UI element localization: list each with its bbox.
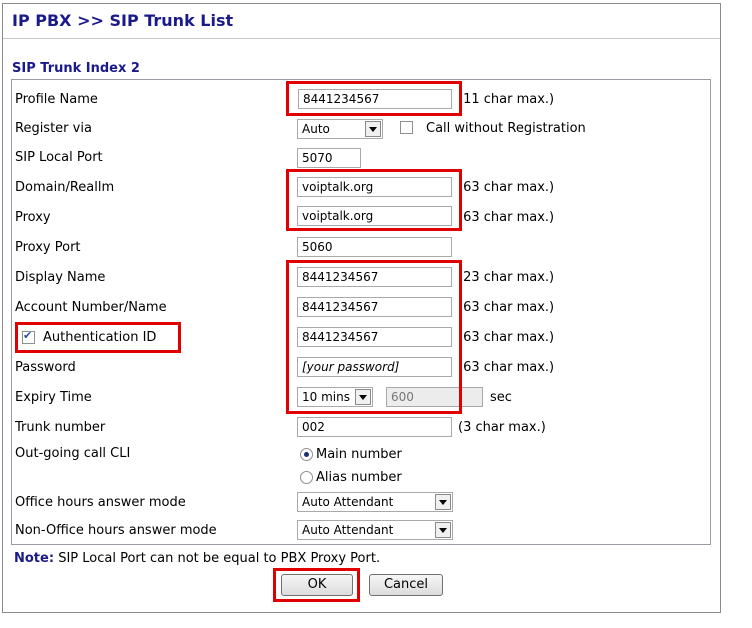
cancel-button[interactable]: Cancel: [369, 574, 443, 596]
cli-alias-number-label: Alias number: [316, 470, 402, 485]
page-title: IP PBX >> SIP Trunk List: [12, 11, 234, 30]
account-number-label: Account Number/Name: [15, 300, 167, 315]
display-name-hint: (23 char max.): [458, 270, 555, 285]
title-bar: IP PBX >> SIP Trunk List: [3, 4, 720, 39]
section-title: SIP Trunk Index 2: [12, 61, 140, 76]
highlight-credentials: [286, 260, 462, 414]
display-name-label: Display Name: [15, 270, 106, 285]
expiry-time-label: Expiry Time: [15, 390, 92, 405]
office-hours-select[interactable]: Auto Attendant: [297, 492, 453, 512]
highlight-ok-button: [273, 568, 360, 602]
profile-name-label: Profile Name: [15, 92, 98, 107]
trunk-number-input[interactable]: 002: [297, 417, 452, 437]
trunk-number-label: Trunk number: [15, 420, 106, 435]
call-without-registration-label: Call without Registration: [426, 121, 586, 136]
register-via-select[interactable]: Auto: [297, 119, 383, 139]
register-via-label: Register via: [15, 121, 92, 136]
outgoing-cli-label: Out-going call CLI: [15, 446, 131, 461]
register-via-value: Auto: [302, 122, 330, 136]
chevron-down-icon: [365, 121, 381, 137]
password-hint: (63 char max.): [458, 360, 555, 375]
non-office-hours-select[interactable]: Auto Attendant: [297, 520, 453, 540]
account-number-hint: (63 char max.): [458, 300, 555, 315]
proxy-port-label: Proxy Port: [15, 240, 81, 255]
proxy-port-input[interactable]: 5060: [297, 237, 452, 257]
note: Note: SIP Local Port can not be equal to…: [14, 551, 380, 566]
proxy-hint: (63 char max.): [458, 210, 555, 225]
note-prefix: Note:: [14, 551, 55, 566]
password-label: Password: [15, 360, 76, 375]
profile-name-hint: (11 char max.): [458, 92, 555, 107]
cli-alias-number-radio[interactable]: [300, 471, 313, 484]
chevron-down-icon: [435, 494, 451, 510]
proxy-label: Proxy: [15, 210, 51, 225]
expiry-seconds-unit: sec: [490, 390, 512, 405]
office-hours-label: Office hours answer mode: [15, 495, 186, 510]
call-without-registration-checkbox[interactable]: [400, 121, 413, 134]
trunk-number-hint: (3 char max.): [458, 420, 546, 435]
highlight-profile-name: [286, 81, 462, 116]
sip-local-port-label: SIP Local Port: [15, 150, 103, 165]
highlight-domain-proxy: [286, 169, 462, 231]
cli-main-number-radio[interactable]: [300, 448, 313, 461]
authentication-id-hint: (63 char max.): [458, 330, 555, 345]
office-hours-value: Auto Attendant: [302, 495, 394, 509]
note-text: SIP Local Port can not be equal to PBX P…: [58, 551, 381, 566]
domain-realm-hint: (63 char max.): [458, 180, 555, 195]
domain-realm-label: Domain/Reallm: [15, 180, 115, 195]
non-office-hours-label: Non-Office hours answer mode: [15, 523, 217, 538]
chevron-down-icon: [435, 522, 451, 538]
highlight-authentication-id: [15, 322, 181, 353]
cli-main-number-label: Main number: [316, 447, 402, 462]
sip-local-port-input[interactable]: 5070: [297, 148, 361, 168]
non-office-hours-value: Auto Attendant: [302, 523, 394, 537]
